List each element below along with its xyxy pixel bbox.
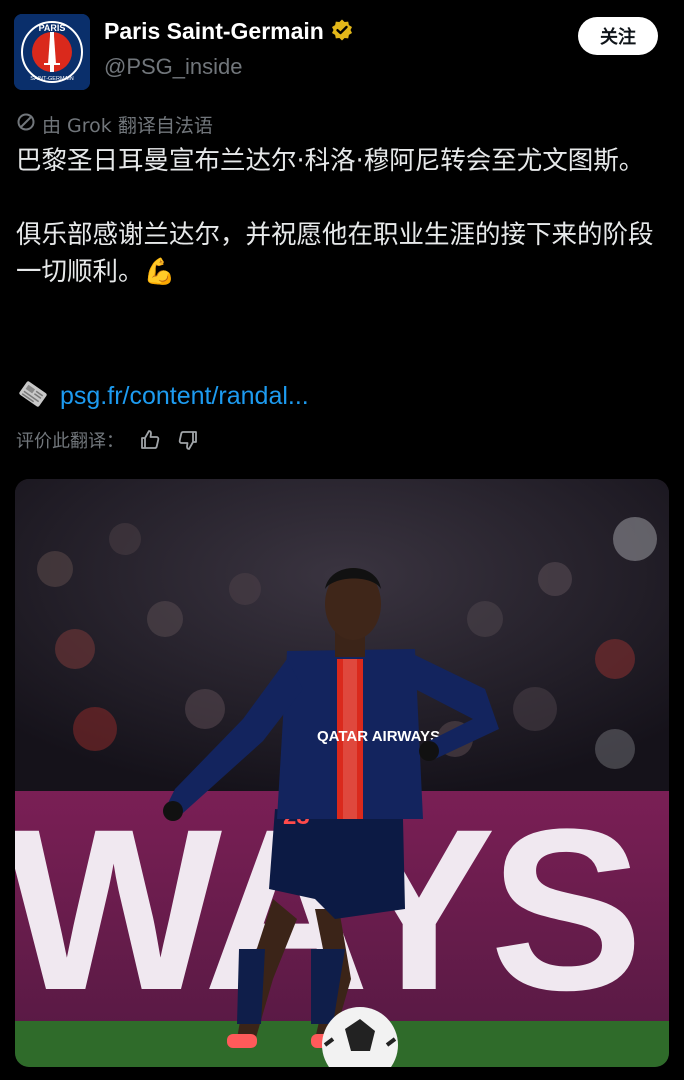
post-header: PARIS SAINT-GERMAIN Paris Saint-Germain …	[0, 0, 684, 100]
post-paragraph-1: 巴黎圣日耳曼宣布兰达尔·科洛·穆阿尼转会至尤文图斯。	[16, 146, 645, 176]
sponsor-text: QATAR AIRWAYS	[317, 728, 440, 745]
link-row[interactable]: psg.fr/content/randal...	[16, 378, 309, 414]
rate-translation: 评价此翻译：	[16, 427, 200, 453]
account-handle[interactable]: @PSG_inside	[104, 54, 243, 80]
svg-text:SAINT-GERMAIN: SAINT-GERMAIN	[30, 76, 73, 82]
article-link[interactable]: psg.fr/content/randal...	[60, 382, 309, 411]
grok-icon	[16, 112, 36, 137]
bottom-bar	[0, 1068, 684, 1080]
rate-translation-label: 评价此翻译：	[16, 431, 124, 452]
translation-notice-text: 由 Grok 翻译自法语	[42, 115, 213, 137]
svg-text:PARIS: PARIS	[39, 23, 66, 33]
football-player-photo: WAYS 23 QATAR AIRWAYS	[15, 479, 669, 1067]
post-body: 巴黎圣日耳曼宣布兰达尔·科洛·穆阿尼转会至尤文图斯。 俱乐部感谢兰达尔，并祝愿他…	[16, 143, 672, 291]
post-paragraph-2: 俱乐部感谢兰达尔，并祝愿他在职业生涯的接下来的阶段一切顺利。💪	[16, 220, 654, 287]
follow-button[interactable]: 关注	[578, 17, 658, 55]
post-photo[interactable]: WAYS 23 QATAR AIRWAYS	[15, 479, 669, 1067]
thumbs-down-icon[interactable]	[176, 428, 200, 452]
avatar[interactable]: PARIS SAINT-GERMAIN	[14, 14, 90, 90]
verified-badge-icon	[330, 18, 354, 48]
thumbs-up-icon[interactable]	[138, 428, 162, 452]
translation-notice: 由 Grok 翻译自法语	[16, 111, 213, 138]
psg-logo-icon: PARIS SAINT-GERMAIN	[14, 14, 90, 90]
newspaper-icon	[16, 378, 50, 414]
account-name[interactable]: Paris Saint-Germain	[104, 18, 354, 48]
